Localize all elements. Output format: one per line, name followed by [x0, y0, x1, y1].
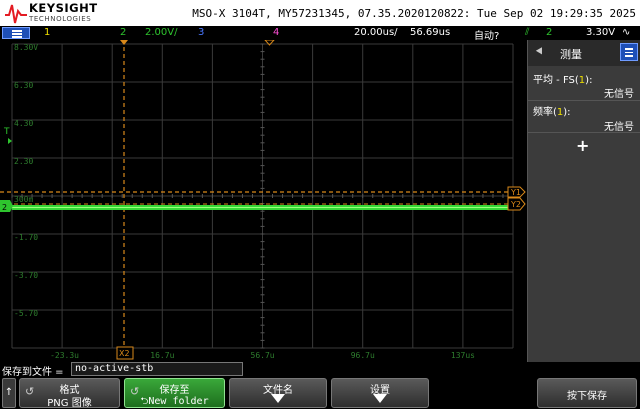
y-axis-label: 4.30	[14, 119, 33, 128]
save-to-softkey[interactable]: ↺ 保存至 ⮌New folder	[124, 378, 225, 408]
x-axis-label: 16.7u	[150, 351, 174, 360]
device-info: MSO-X 3104T, MY57231345, 07.35.202012082…	[192, 7, 636, 20]
format-softkey-value: PNG 图像	[47, 398, 92, 409]
y-axis-label: -1.70	[14, 233, 38, 242]
trigger-source[interactable]: 2	[546, 27, 552, 38]
filename-field[interactable]: no-active-stb	[71, 362, 243, 376]
y-axis-label: 300m	[14, 195, 33, 204]
brand-subtitle: TECHNOLOGIES	[29, 15, 92, 23]
channel-2-label[interactable]: 2	[120, 27, 126, 38]
waveform-icon: ∿	[622, 27, 631, 38]
brand-name: KEYSIGHT	[29, 1, 98, 15]
y-axis-label: 6.30	[14, 81, 33, 90]
trigger-edge-icon: ⫽	[525, 27, 530, 38]
folder-name: New folder	[148, 396, 209, 407]
press-to-save-label: 按下保存	[567, 391, 607, 402]
softkey-bar: ↑ ↺ 格式 PNG 图像 ↺ 保存至 ⮌New folder 文件名 设置 按…	[0, 377, 640, 409]
measurement-1-value: 无信号	[604, 89, 634, 100]
filename-softkey[interactable]: 文件名	[229, 378, 327, 408]
divider	[528, 100, 640, 101]
panel-title: 测量	[560, 48, 582, 61]
graticule: 8.30V 6.30 4.30 2.30 300m -1.70 -3.70 -5.70 -23…	[0, 40, 526, 360]
collapse-icon[interactable]: ⯇	[534, 45, 544, 60]
save-to-file-label: 保存到文件 =	[2, 367, 64, 378]
measurement-2-label: 频率	[533, 107, 553, 118]
y-axis-label: -3.70	[14, 271, 38, 280]
waveform-display[interactable]: 8.30V 6.30 4.30 2.30 300m -1.70 -3.70 -5.70 -23…	[0, 40, 527, 362]
x-axis-label: 137us	[451, 351, 475, 360]
timebase-value[interactable]: 20.00us/	[354, 27, 398, 38]
channel-2-scale[interactable]: 2.00V/	[145, 27, 177, 38]
measurement-2[interactable]: 频率(1):	[533, 103, 571, 118]
channel-4-label[interactable]: 4	[273, 27, 279, 38]
trace-highlight	[12, 207, 512, 208]
back-button[interactable]: ↑	[2, 378, 16, 408]
panel-header: ⯇ 测量	[528, 40, 640, 66]
measurement-1[interactable]: 平均 - FS(1):	[533, 71, 592, 86]
channel-2-marker-label: 2	[2, 203, 7, 212]
cursor-y2-label: Y2	[510, 200, 521, 209]
arrow-down-icon	[373, 394, 387, 403]
settings-softkey[interactable]: 设置	[331, 378, 429, 408]
channel-3-label[interactable]: 3	[198, 27, 204, 38]
format-softkey[interactable]: ↺ 格式 PNG 图像	[19, 378, 120, 409]
measurement-2-value: 无信号	[604, 122, 634, 133]
x-axis-label: -23.3u	[50, 351, 79, 360]
panel-menu-icon[interactable]	[620, 43, 638, 61]
y-axis-label: 2.30	[14, 157, 33, 166]
measurement-panel: ⯇ 测量 平均 - FS(1): 无信号 频率(1): 无信号 +	[527, 40, 640, 362]
cursor-x2-label: X2	[119, 349, 130, 358]
y-axis-label: -5.70	[14, 309, 38, 318]
measurement-2-channel: 1	[556, 107, 564, 118]
add-measurement-button[interactable]: +	[576, 136, 589, 155]
arrow-down-icon	[271, 394, 285, 403]
trigger-level-marker[interactable]: T	[3, 127, 10, 137]
channel-bar: 1 2 2.00V/ 3 4 20.00us/ 56.69us 自动? ⫽ 2 …	[0, 26, 640, 42]
y-axis-label: 8.30V	[14, 43, 38, 52]
divider	[528, 132, 640, 133]
channel-1-label[interactable]: 1	[44, 27, 50, 38]
x-axis-label: 56.7u	[251, 351, 275, 360]
press-to-save-softkey[interactable]: 按下保存	[537, 378, 637, 408]
trigger-level-arrow	[8, 138, 12, 144]
header-bar: KEYSIGHT TECHNOLOGIES MSO-X 3104T, MY572…	[0, 0, 640, 26]
trigger-level[interactable]: 3.30V	[586, 27, 615, 38]
x-axis-label: 96.7u	[351, 351, 375, 360]
cursor-y1-label: Y1	[510, 188, 521, 197]
delay-value[interactable]: 56.69us	[410, 27, 450, 38]
main-menu-icon[interactable]	[2, 27, 30, 39]
save-to-softkey-value: ⮌New folder	[140, 396, 209, 407]
save-bar: 保存到文件 = no-active-stb	[0, 362, 640, 378]
measurement-1-label: 平均 - FS	[533, 75, 575, 86]
measurement-1-channel: 1	[578, 75, 586, 86]
